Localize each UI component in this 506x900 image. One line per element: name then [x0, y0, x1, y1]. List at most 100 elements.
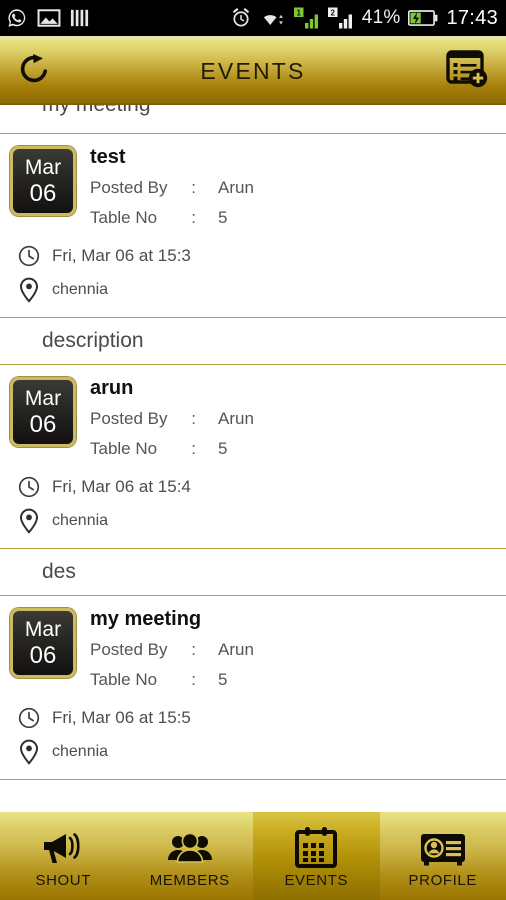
clock-icon: [14, 244, 44, 268]
table-no-label: Table No:: [90, 208, 196, 227]
event-details: arun Posted By: Arun Table No: 5: [76, 375, 506, 469]
table-no-row: Table No: 5: [90, 670, 506, 690]
add-event-button[interactable]: [446, 49, 490, 94]
status-bar: 1 2 41% 17:43: [0, 0, 506, 36]
event-time-text: Fri, Mar 06 at 15:4: [52, 477, 191, 496]
tab-profile[interactable]: PROFILE: [380, 812, 506, 900]
list-item[interactable]: Mar 06 test Posted By: Arun Table No: 5: [0, 134, 506, 317]
clock-time-label: 17:43: [446, 6, 498, 29]
date-badge-month: Mar: [24, 386, 62, 410]
table-no-label: Table No:: [90, 670, 196, 689]
tab-members[interactable]: MEMBERS: [127, 812, 254, 900]
clock-icon: [14, 706, 44, 730]
battery-percent-label: 41%: [361, 7, 401, 28]
bars-icon: [70, 8, 90, 28]
refresh-button[interactable]: [16, 51, 52, 92]
posted-by-value: Arun: [218, 409, 254, 428]
tab-label-events: EVENTS: [284, 871, 349, 889]
posted-by-value: Arun: [218, 178, 254, 197]
svg-text:1: 1: [296, 8, 301, 17]
event-location-row: chennia: [0, 739, 506, 765]
date-badge: Mar 06: [10, 146, 76, 216]
tab-label-shout: SHOUT: [35, 871, 91, 889]
event-title: test: [90, 146, 126, 168]
event-time-text: Fri, Mar 06 at 15:5: [52, 708, 191, 727]
id-card-icon: [419, 824, 467, 868]
gallery-icon: [37, 8, 61, 28]
date-badge-day: 06: [29, 641, 57, 669]
table-no-row: Table No: 5: [90, 439, 506, 459]
wifi-icon: [260, 8, 286, 28]
whatsapp-icon: [6, 7, 28, 29]
table-no-value: 5: [218, 208, 228, 227]
list-item[interactable]: Mar 06 my meeting Posted By: Arun Table …: [0, 596, 506, 779]
event-location-text: chennia: [52, 281, 109, 298]
tab-events[interactable]: EVENTS: [253, 812, 380, 900]
clock-icon: [14, 475, 44, 499]
posted-by-label: Posted By:: [90, 640, 196, 659]
event-time-row: Fri, Mar 06 at 15:3: [0, 244, 506, 268]
event-details: test Posted By: Arun Table No: 5: [76, 144, 506, 238]
page-title: EVENTS: [200, 57, 306, 84]
location-pin-icon: [14, 277, 44, 303]
table-no-row: Table No: 5: [90, 208, 506, 228]
status-bar-left-icons: [6, 7, 90, 29]
event-title: my meeting: [90, 608, 202, 630]
location-pin-icon: [14, 739, 44, 765]
battery-charging-icon: [408, 9, 438, 27]
tab-label-profile: PROFILE: [408, 871, 477, 889]
add-event-icon: [446, 49, 490, 94]
tab-label-members: MEMBERS: [149, 871, 230, 889]
date-badge: Mar 06: [10, 608, 76, 678]
event-time-text: Fri, Mar 06 at 15:3: [52, 246, 191, 265]
date-badge-day: 06: [29, 179, 57, 207]
event-header-row: Mar 06 my meeting Posted By: Arun Table …: [0, 606, 506, 700]
events-list[interactable]: my meeting Mar 06 test Posted By: Arun T…: [0, 105, 506, 812]
tab-shout[interactable]: SHOUT: [0, 812, 127, 900]
event-details: my meeting Posted By: Arun Table No: 5: [76, 606, 506, 700]
event-header-row: Mar 06 arun Posted By: Arun Table No: 5: [0, 375, 506, 469]
date-badge-month: Mar: [24, 617, 62, 641]
posted-by-label: Posted By:: [90, 409, 196, 428]
app-header: EVENTS: [0, 39, 506, 105]
event-description-text: des: [42, 560, 76, 583]
cut-off-description-text: my meeting: [42, 105, 506, 117]
posted-by-row: Posted By: Arun: [90, 640, 506, 660]
list-item[interactable]: Mar 06 arun Posted By: Arun Table No: 5: [0, 365, 506, 548]
event-time-row: Fri, Mar 06 at 15:5: [0, 706, 506, 730]
alarm-icon: [230, 7, 252, 29]
posted-by-row: Posted By: Arun: [90, 178, 506, 198]
posted-by-row: Posted By: Arun: [90, 409, 506, 429]
svg-text:2: 2: [330, 8, 335, 17]
date-badge-day: 06: [29, 410, 57, 438]
signal-sim1-icon: 1: [293, 7, 320, 29]
app-screen: 1 2 41% 17:43 EVENTS Mar 06 test Posted …: [0, 0, 506, 900]
calendar-icon: [294, 824, 338, 868]
refresh-icon: [16, 51, 52, 92]
event-time-row: Fri, Mar 06 at 15:4: [0, 475, 506, 499]
posted-by-label: Posted By:: [90, 178, 196, 197]
event-location-text: chennia: [52, 743, 109, 760]
table-no-value: 5: [218, 439, 228, 458]
event-location-text: chennia: [52, 512, 109, 529]
event-description-row: des: [0, 549, 506, 595]
divider: [0, 779, 506, 780]
event-description-text: description: [42, 329, 144, 352]
date-badge-month: Mar: [24, 155, 62, 179]
event-title: arun: [90, 377, 134, 399]
location-pin-icon: [14, 508, 44, 534]
event-location-row: chennia: [0, 508, 506, 534]
bottom-tab-bar: SHOUT MEMBERS EVENTS PROFILE: [0, 812, 506, 900]
table-no-label: Table No:: [90, 439, 196, 458]
event-header-row: Mar 06 test Posted By: Arun Table No: 5: [0, 144, 506, 238]
status-bar-right-icons: 1 2 41% 17:43: [230, 7, 498, 30]
event-location-row: chennia: [0, 277, 506, 303]
posted-by-value: Arun: [218, 640, 254, 659]
event-description-row: description: [0, 318, 506, 364]
table-no-value: 5: [218, 670, 228, 689]
cut-off-description-row: my meeting: [0, 105, 506, 133]
signal-sim2-icon: 2: [327, 7, 354, 29]
people-icon: [166, 824, 214, 868]
date-badge: Mar 06: [10, 377, 76, 447]
megaphone-icon: [40, 824, 86, 868]
